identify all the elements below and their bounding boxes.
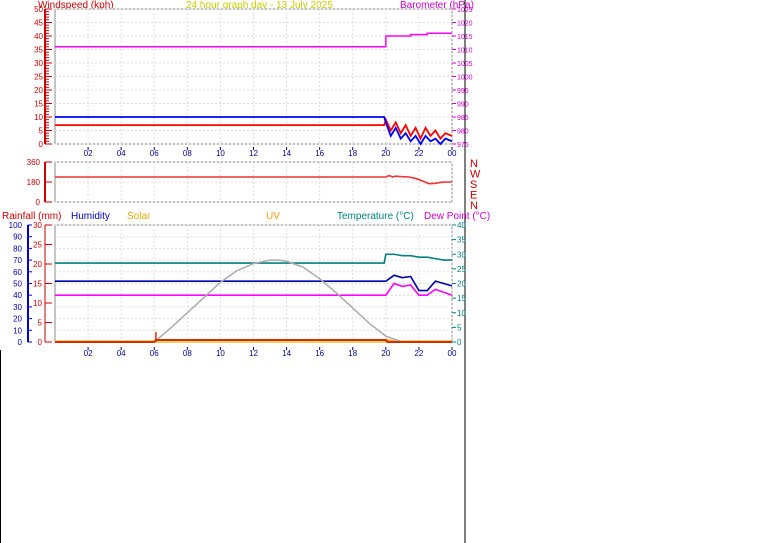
temperature-tick-label: 15	[457, 294, 466, 303]
windspeed-tick-label: 35	[34, 46, 43, 55]
rainfall-tick-label: 0	[38, 338, 43, 347]
humidity-tick-label: 70	[13, 256, 22, 265]
temperature-humidity-panel: 0 10 20 30 40 50 60 70 80 90 100 0 5 10 15 20 25 30 0 5 10…	[9, 221, 467, 358]
temperature-tick-label: 10	[457, 309, 466, 318]
wind-hour-label: 12	[249, 149, 258, 158]
windspeed-ticks: 0 5 10 15 20 25 30 35 40 45 50	[34, 5, 52, 149]
temp-hour-label: 10	[216, 349, 225, 358]
windspeed-tick-label: 50	[34, 5, 43, 14]
temperature-tick-label: 20	[457, 280, 466, 289]
temp-hour-label: 20	[381, 349, 390, 358]
direction-tick-label: 180	[27, 178, 41, 187]
barometer-tick-label: 995	[457, 88, 469, 95]
windspeed-tick-label: 25	[34, 73, 43, 82]
wind-hour-label: 22	[414, 149, 423, 158]
temperature-tick-label: 35	[457, 236, 466, 245]
wind-barometer-panel: 05101520253035404550 9759809859909951000…	[34, 5, 473, 158]
humidity-tick-label: 50	[13, 280, 22, 289]
direction-degree-ticks: 0 180 360	[27, 158, 52, 207]
temperature-tick-label: 30	[457, 250, 466, 259]
temp-hour-label: 22	[414, 349, 423, 358]
windspeed-tick-label: 45	[34, 19, 43, 28]
barometer-tick-label: 1025	[457, 7, 473, 14]
temperature-tick-label: 25	[457, 265, 466, 274]
temperature-tick-label: 5	[457, 323, 462, 332]
humidity-tick-label: 40	[13, 291, 22, 300]
rainfall-tick-label: 15	[33, 280, 42, 289]
windspeed-tick-label: 30	[34, 59, 43, 68]
wind-hour-ticks: 02 04 06 08 10 12 14 16 18 20 22 00	[84, 147, 457, 158]
temp-hour-label: 00	[448, 349, 457, 358]
barometer-tick-label: 1005	[457, 61, 473, 68]
temp-hour-label: 18	[348, 349, 357, 358]
rainfall-tick-label: 5	[38, 319, 43, 328]
temp-hour-label: 16	[315, 349, 324, 358]
wind-hour-label: 18	[348, 149, 357, 158]
barometer-tick-label: 985	[457, 115, 469, 122]
humidity-tick-label: 0	[18, 338, 23, 347]
humidity-tick-label: 20	[13, 315, 22, 324]
barometer-tick-label: 1015	[457, 34, 473, 41]
humidity-tick-label: 30	[13, 303, 22, 312]
temp-hour-label: 14	[282, 349, 291, 358]
temp-hour-ticks: 02 04 06 08 10 12 14 16 18 20 22 00	[84, 347, 457, 358]
wind-hour-label: 20	[381, 149, 390, 158]
rainfall-ticks: 0 5 10 15 20 25 30	[33, 221, 52, 347]
temp-hour-label: 12	[249, 349, 258, 358]
windspeed-tick-label: 5	[39, 127, 44, 136]
temperature-ticks: 0 5 10 15 20 25 30 35 40	[452, 221, 466, 347]
temp-hour-label: 04	[117, 349, 126, 358]
solar-label: Solar	[127, 211, 151, 222]
direction-tick-label: 0	[36, 198, 41, 207]
windspeed-tick-label: 15	[34, 100, 43, 109]
weather-graph: Windspeed (kph) 24 hour graph day - 13 J…	[0, 0, 490, 543]
wind-hour-label: 06	[150, 149, 159, 158]
humidity-label: Humidity	[71, 211, 110, 222]
wind-hour-label: 16	[315, 149, 324, 158]
humidity-tick-label: 10	[13, 326, 22, 335]
windspeed-tick-label: 20	[34, 86, 43, 95]
barometer-tick-label: 1010	[457, 48, 473, 55]
humidity-tick-label: 60	[13, 268, 22, 277]
wind-hour-label: 08	[183, 149, 192, 158]
wind-hour-label: 10	[216, 149, 225, 158]
rainfall-tick-label: 25	[33, 241, 42, 250]
temperature-tick-label: 0	[457, 338, 462, 347]
wind-hour-label: 14	[282, 149, 291, 158]
temperature-label: Temperature (°C)	[337, 211, 414, 222]
wind-direction-panel: 0 180 360 NWSEN	[27, 158, 481, 212]
windspeed-tick-label: 10	[34, 113, 43, 122]
rainfall-tick-label: 30	[33, 221, 42, 230]
direction-tick-label: 360	[27, 158, 41, 167]
wind-hour-label: 00	[448, 149, 457, 158]
barometer-tick-label: 1020	[457, 21, 473, 28]
direction-compass-ticks: NWSEN	[470, 158, 481, 212]
rainfall-tick-label: 10	[33, 299, 42, 308]
humidity-tick-label: 90	[13, 233, 22, 242]
barometer-ticks: 975 980 985 990 995 1000 1005 1010 1015 1020 1025	[452, 7, 473, 149]
wind-hour-label: 04	[117, 149, 126, 158]
temp-hour-label: 02	[84, 349, 93, 358]
wind-hour-label: 02	[84, 149, 93, 158]
humidity-tick-label: 80	[13, 244, 22, 253]
windspeed-tick-label: 0	[39, 140, 44, 149]
barometer-tick-label: 1000	[457, 75, 473, 82]
uv-label: UV	[266, 211, 280, 222]
barometer-tick-label: 980	[457, 129, 469, 136]
windspeed-tick-label: 40	[34, 32, 43, 41]
temp-hour-label: 06	[150, 349, 159, 358]
barometer-tick-label: 990	[457, 102, 469, 109]
rainfall-tick-label: 20	[33, 260, 42, 269]
humidity-tick-label: 100	[9, 221, 23, 230]
barometer-tick-label: 975	[457, 142, 469, 149]
temp-hour-label: 08	[183, 349, 192, 358]
temperature-tick-label: 40	[457, 221, 466, 230]
